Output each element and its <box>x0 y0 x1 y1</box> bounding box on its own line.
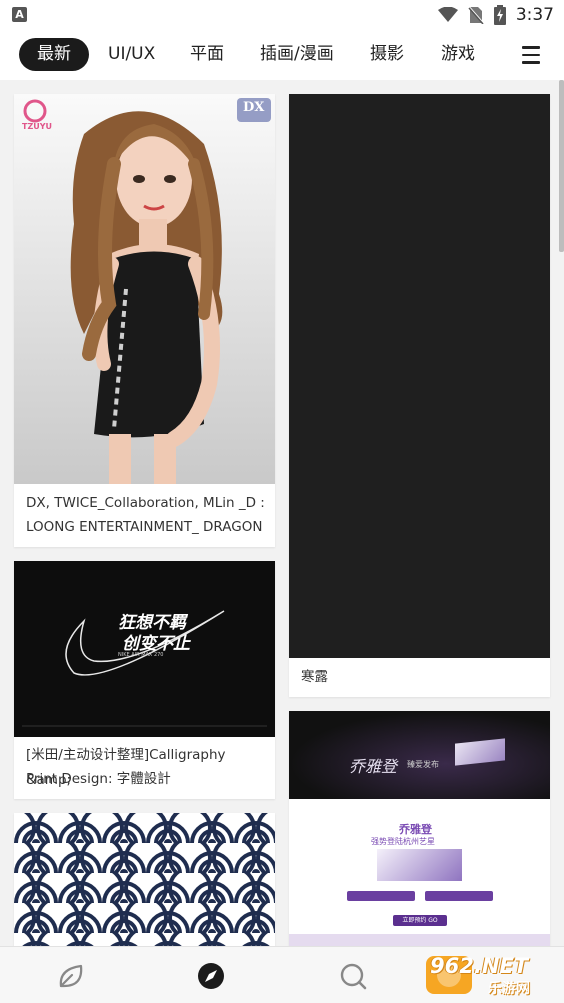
menu-icon[interactable] <box>522 46 540 64</box>
search-icon[interactable] <box>338 961 368 991</box>
tab-ui-ux[interactable]: UI/UX <box>90 38 173 71</box>
product-box <box>377 849 462 881</box>
compass-icon[interactable] <box>196 961 226 991</box>
banner-title: 乔雅登 <box>349 757 398 776</box>
ad-pill-right <box>425 891 493 901</box>
feed-card[interactable]: 狂想不羁 创变不止 NIKE AIR MAX 270 [米田/主动设计整理]Ca… <box>14 561 275 799</box>
ad-tagline: 强势登陆杭州艺星 <box>371 837 435 846</box>
card-image <box>14 94 275 484</box>
battery-charging-icon <box>493 5 506 25</box>
watermark: 962.NET 乐游网 <box>424 952 560 998</box>
banner-sub: 臻爱发布 <box>407 760 439 769</box>
ad-footer <box>289 934 550 946</box>
ad-cta-button[interactable]: 立即预约 GO <box>393 915 447 926</box>
no-sim-icon <box>468 6 484 24</box>
feed-grid[interactable]: TZUYU DX DX, TWICE_Collaboration, MLin _… <box>0 80 564 946</box>
card-image <box>289 94 550 658</box>
feed-card[interactable]: 乔雅登 臻爱发布 乔雅登 强势登陆杭州艺星 立即预约 GO <box>289 711 550 946</box>
status-time: 3:37 <box>515 5 554 25</box>
ad-subtitle: 乔雅登 <box>399 823 432 836</box>
feed-card[interactable]: 寒露 <box>289 94 550 697</box>
tab-photography[interactable]: 摄影 <box>352 38 422 71</box>
card-art-line2: 创变不止 <box>122 634 190 654</box>
status-bar: A 3:37 <box>0 0 564 30</box>
card-caption-line2: LOONG ENTERTAINMENT_ DRAGON R... <box>26 519 265 535</box>
app-notification-icon: A <box>12 7 27 22</box>
leaf-icon[interactable] <box>56 961 86 991</box>
card-corner-text: DX <box>243 100 265 115</box>
tab-graphic[interactable]: 平面 <box>172 38 242 71</box>
card-image <box>14 813 275 946</box>
product-box <box>455 738 505 766</box>
feed-card[interactable]: TZUYU DX DX, TWICE_Collaboration, MLin _… <box>14 94 275 547</box>
ad-pill-left <box>347 891 415 901</box>
card-image: 狂想不羁 创变不止 NIKE AIR MAX 270 <box>14 561 275 737</box>
category-tab-bar: 最新 UI/UX 平面 插画/漫画 摄影 游戏 <box>0 30 564 80</box>
card-caption: 寒露 <box>301 669 328 685</box>
scrollbar[interactable] <box>559 80 564 252</box>
watermark-sub-text: 乐游网 <box>488 981 530 997</box>
card-art-line3: NIKE AIR MAX 270 <box>118 652 164 658</box>
card-caption-line1: DX, TWICE_Collaboration, MLin _D : <box>26 495 265 511</box>
watermark-main-text: 962.NET <box>430 954 529 978</box>
status-right-group: 3:37 <box>437 3 554 27</box>
feed-card[interactable] <box>14 813 275 946</box>
card-logo-text: TZUYU <box>22 122 53 131</box>
tab-illustration[interactable]: 插画/漫画 <box>242 38 352 71</box>
tab-games[interactable]: 游戏 <box>423 38 493 71</box>
card-image-banner: 乔雅登 臻爱发布 <box>289 711 550 799</box>
tab-latest[interactable]: 最新 <box>19 38 89 71</box>
wifi-icon <box>437 7 458 22</box>
card-image-body: 乔雅登 强势登陆杭州艺星 立即预约 GO <box>289 799 550 946</box>
card-caption-line2: Print Design: 字體設計 <box>26 771 171 787</box>
